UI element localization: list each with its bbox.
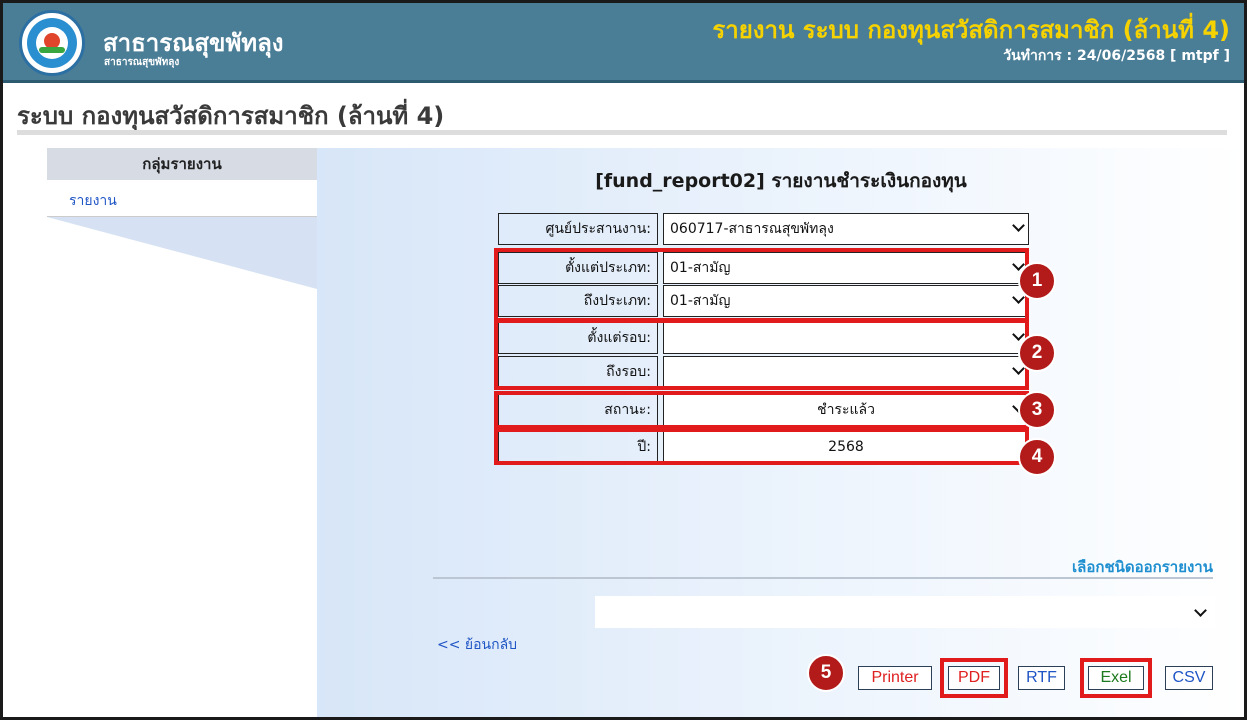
back-link[interactable]: << ย้อนกลับ [437,634,517,656]
sidebar: กลุ่มรายงาน รายงาน [17,148,317,717]
output-format-title[interactable]: เลือกชนิดออกรายงาน [1072,555,1213,579]
csv-button[interactable]: CSV [1165,666,1213,690]
annotation-badge-2: 2 [1018,334,1056,372]
annotation-badge-4: 4 [1018,438,1056,476]
chevron-down-icon [1012,219,1025,232]
form-title: [fund_report02] รายงานชำระเงินกองทุน [595,170,967,192]
annotation-badge-1: 1 [1018,262,1056,300]
highlight-round-range [494,319,1029,390]
highlight-status [494,391,1029,429]
highlight-pdf [940,658,1008,698]
annotation-badge-3: 3 [1018,391,1056,429]
app-header: สาธารณสุขพัทลุง สาธารณสุขพัทลุง รายงาน ร… [3,3,1244,83]
highlight-excel [1080,658,1152,698]
report-form-panel: [fund_report02] รายงานชำระเงินกองทุน ศูน… [317,148,1244,717]
output-format-divider [433,577,1213,579]
printer-button[interactable]: Printer [858,666,932,690]
center-label: ศูนย์ประสานงาน: [498,213,658,245]
title-divider [17,130,1227,135]
rtf-button[interactable]: RTF [1018,666,1065,690]
sidebar-decoration [47,217,317,289]
highlight-type-range [494,248,1029,322]
highlight-year [494,428,1029,465]
annotation-badge-5: 5 [807,654,845,692]
center-select-value: 060717-สาธารณสุขพัทลุง [670,221,834,237]
site-subtitle: สาธารณสุขพัทลุง [104,57,180,68]
report-system-title: รายงาน ระบบ กองทุนสวัสดิการสมาชิก (ล้านท… [712,16,1230,44]
chevron-down-icon [1194,604,1207,617]
sidebar-item-report[interactable]: รายงาน [69,190,117,212]
organization-logo [19,10,85,76]
sidebar-heading: กลุ่มรายงาน [47,148,317,180]
app-window: สาธารณสุขพัทลุง สาธารณสุขพัทลุง รายงาน ร… [0,0,1247,720]
sidebar-divider [47,216,317,217]
output-format-select[interactable] [595,596,1215,628]
work-date: วันทำการ : 24/06/2568 [ mtpf ] [1003,48,1230,64]
center-select[interactable]: 060717-สาธารณสุขพัทลุง [663,213,1029,245]
